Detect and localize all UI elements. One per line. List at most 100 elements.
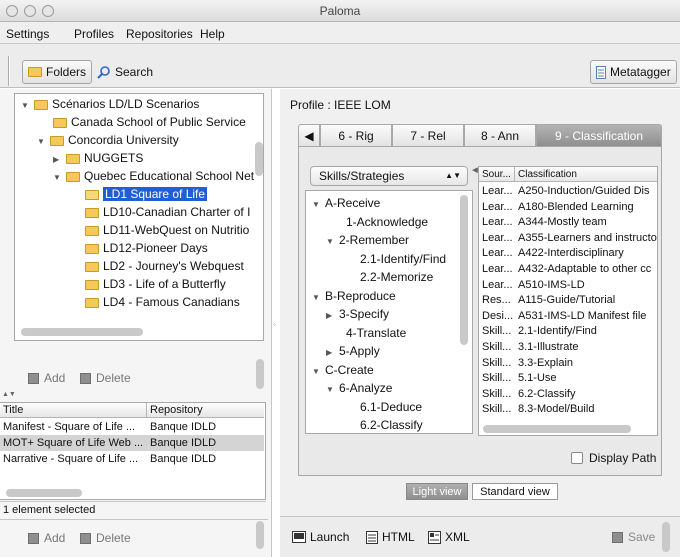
menu-settings[interactable]: Settings (6, 27, 49, 41)
tree-item-label: Concordia University (68, 133, 179, 147)
bottom-scrollbar[interactable] (256, 521, 264, 549)
taxonomy-item[interactable]: ▼ 2-Remember (326, 232, 409, 248)
actions-scrollbar[interactable] (256, 359, 264, 389)
splitter-handle[interactable]: ◦ (273, 320, 276, 329)
expanded-arrow-icon[interactable]: ▼ (53, 170, 63, 186)
tree-item[interactable]: LD1 Square of Life (85, 186, 208, 202)
table-row[interactable]: Lear... A180-Blended Learning (479, 199, 657, 215)
taxonomy-item[interactable]: 6.2-Classify (360, 417, 423, 433)
table-row[interactable]: Manifest - Square of Life ... Banque IDLD (0, 419, 264, 435)
taxonomy-item[interactable]: ▶ 5-Apply (326, 343, 380, 359)
expanded-arrow-icon[interactable]: ▼ (312, 290, 322, 306)
tab-relation[interactable]: 7 - Rel (392, 124, 464, 146)
expanded-arrow-icon[interactable]: ▼ (312, 197, 322, 213)
taxonomy-item[interactable]: ▼ 6-Analyze (326, 380, 392, 396)
resources-horizontal-scrollbar[interactable] (6, 489, 82, 497)
tree-item[interactable]: LD12-Pioneer Days (85, 240, 208, 256)
resources-table-header: Title Repository (0, 403, 264, 418)
taxonomy-item[interactable]: 2.1-Identify/Find (360, 251, 446, 267)
tree-item[interactable]: Canada School of Public Service (53, 114, 246, 130)
classification-horizontal-scrollbar[interactable] (483, 425, 631, 433)
tree-horizontal-scrollbar[interactable] (21, 328, 143, 336)
collapsed-arrow-icon[interactable]: ▶ (53, 152, 63, 168)
taxonomy-vertical-scrollbar[interactable] (460, 195, 468, 345)
tree-item[interactable]: LD4 - Famous Canadians (85, 294, 240, 310)
expanded-arrow-icon[interactable]: ▼ (326, 382, 336, 398)
table-row[interactable]: Skill... 2.1-Identify/Find (479, 323, 657, 339)
table-row[interactable]: MOT+ Square of Life Web ... Banque IDLD (0, 435, 264, 451)
xml-button[interactable]: XML (428, 530, 470, 544)
tree-item[interactable]: LD10-Canadian Charter of I (85, 204, 250, 220)
add-button[interactable]: Add (28, 371, 65, 385)
delete-button[interactable]: Delete (80, 371, 131, 385)
taxonomy-select[interactable]: Skills/Strategies ▲▼ (310, 166, 468, 186)
tab-annotation[interactable]: 8 - Ann (464, 124, 536, 146)
taxonomy-item[interactable]: 1-Acknowledge (346, 214, 428, 230)
tree-item[interactable]: ▼ Scénarios LD/LD Scenarios (21, 96, 199, 112)
taxonomy-item[interactable]: ▶ 3-Specify (326, 306, 389, 322)
taxonomy-item-label: 2.1-Identify/Find (360, 251, 447, 266)
taxonomy-item[interactable]: 4-Translate (346, 325, 406, 341)
folders-button[interactable]: Folders (22, 60, 93, 84)
collapsed-arrow-icon[interactable]: ▶ (326, 345, 336, 361)
column-source[interactable]: Sour... (482, 167, 511, 182)
tab-rights[interactable]: 6 - Rig (320, 124, 392, 146)
sort-arrows[interactable]: ▲▼ (2, 391, 16, 398)
taxonomy-item[interactable]: ▼ A-Receive (312, 195, 380, 211)
tree-item[interactable]: ▶ NUGGETS (53, 150, 143, 166)
table-row[interactable]: Skill... 8.3-Model/Build (479, 401, 657, 417)
expanded-arrow-icon[interactable]: ▼ (37, 134, 47, 150)
tree-item[interactable]: ▼ Concordia University (37, 132, 179, 148)
table-row[interactable]: Skill... 3.3-Explain (479, 355, 657, 371)
expanded-arrow-icon[interactable]: ▼ (312, 364, 322, 380)
toolbar: Folders Search Metatagger (0, 44, 680, 88)
light-view-button[interactable]: Light view (406, 483, 468, 500)
column-title[interactable]: Title (3, 403, 23, 418)
bottom-toolbar-scrollbar[interactable] (662, 522, 670, 552)
metatagger-button[interactable]: Metatagger (590, 60, 677, 84)
launch-button[interactable]: Launch (292, 530, 349, 544)
save-button[interactable]: Save (612, 530, 655, 544)
table-row[interactable]: Res... A115-Guide/Tutorial (479, 292, 657, 308)
column-classification[interactable]: Classification (514, 167, 577, 182)
menu-profiles[interactable]: Profiles (74, 27, 114, 41)
table-row[interactable]: Skill... 3.1-Illustrate (479, 339, 657, 355)
standard-view-button[interactable]: Standard view (472, 483, 558, 500)
table-row[interactable]: Lear... A344-Mostly team (479, 214, 657, 230)
table-row[interactable]: Lear... A422-Interdisciplinary (479, 245, 657, 261)
expanded-arrow-icon[interactable]: ▼ (21, 98, 31, 114)
menu-repositories[interactable]: Repositories (126, 27, 193, 41)
menu-help[interactable]: Help (200, 27, 225, 41)
folder-icon (50, 135, 64, 146)
html-button[interactable]: HTML (366, 530, 415, 544)
tree-item[interactable]: LD2 - Journey's Webquest (85, 258, 244, 274)
table-row[interactable]: Skill... 6.2-Classify (479, 386, 657, 402)
bottom-add-button[interactable]: Add (28, 531, 65, 545)
taxonomy-item[interactable]: ▼ B-Reproduce (312, 288, 396, 304)
column-repository[interactable]: Repository (146, 403, 203, 418)
tab-classification[interactable]: 9 - Classification (536, 124, 662, 146)
tree-item[interactable]: ▼ Quebec Educational School Net (53, 168, 254, 184)
table-row[interactable]: Lear... A250-Induction/Guided Dis (479, 183, 657, 199)
search-button[interactable]: Search (92, 60, 158, 84)
table-row[interactable]: Skill... 5.1-Use (479, 370, 657, 386)
expanded-arrow-icon[interactable]: ▼ (326, 234, 336, 250)
taxonomy-item[interactable]: 2.2-Memorize (360, 269, 433, 285)
row-classification: 3.1-Illustrate (518, 341, 579, 353)
table-row[interactable]: Lear... A432-Adaptable to other cc (479, 261, 657, 277)
tab-scroll-left[interactable]: ◀ (298, 124, 320, 146)
taxonomy-item[interactable]: 6.1-Deduce (360, 399, 422, 415)
table-row[interactable]: Lear... A510-IMS-LD (479, 277, 657, 293)
tree-item[interactable]: LD11-WebQuest on Nutritio (85, 222, 249, 238)
taxonomy-item[interactable]: ▼ C-Create (312, 362, 374, 378)
display-path-checkbox[interactable]: Display Path (571, 451, 656, 465)
xml-file-icon (428, 530, 441, 544)
table-row[interactable]: Narrative - Square of Life ... Banque IDL… (0, 451, 264, 467)
table-row[interactable]: Desi... A531-IMS-LD Manifest file (479, 308, 657, 324)
table-row[interactable]: Lear... A355-Learners and instructo (479, 230, 657, 246)
tree-vertical-scrollbar[interactable] (255, 142, 263, 176)
delete-icon (80, 372, 91, 384)
tree-item[interactable]: LD3 - Life of a Butterfly (85, 276, 226, 292)
collapsed-arrow-icon[interactable]: ▶ (326, 308, 336, 324)
bottom-delete-button[interactable]: Delete (80, 531, 131, 545)
